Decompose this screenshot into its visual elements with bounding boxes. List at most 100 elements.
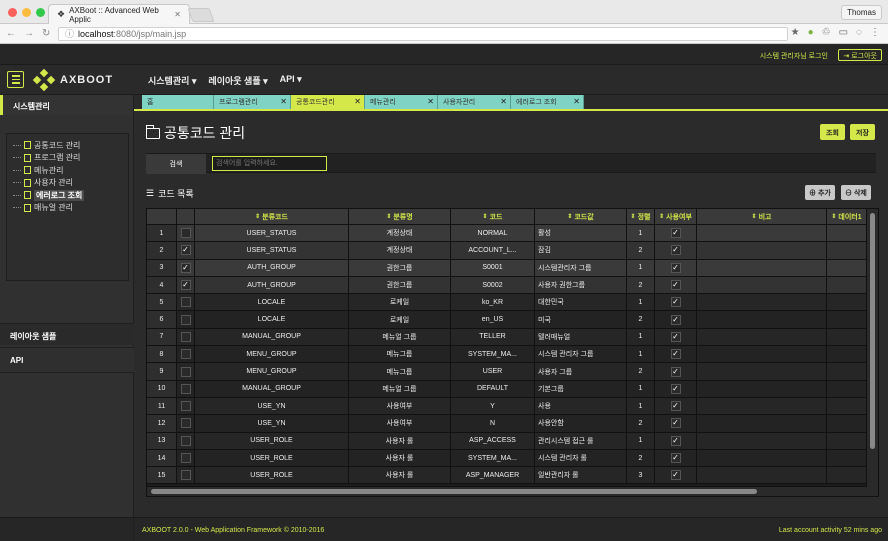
checkbox[interactable] [180, 297, 191, 308]
sort-icon[interactable]: ⇕ [386, 213, 391, 220]
tree-item-manual[interactable]: 매뉴얼 관리 [13, 202, 122, 215]
tree-item-user[interactable]: 사용자 관리 [13, 177, 122, 190]
checkbox[interactable] [180, 418, 191, 429]
checkbox[interactable] [180, 331, 191, 342]
checkmark-icon[interactable]: ✓ [670, 245, 681, 256]
checkbox[interactable] [180, 383, 191, 394]
close-icon[interactable]: ✕ [427, 97, 434, 106]
add-button[interactable]: ⊕ 추가 [805, 185, 835, 200]
row-select-checkbox[interactable] [177, 432, 195, 449]
menu-api[interactable]: API ▾ [280, 74, 302, 87]
row-select-checkbox[interactable] [177, 363, 195, 380]
browser-tab[interactable]: ❖ AXBoot :: Advanced Web Applic ✕ [48, 4, 190, 24]
use-yn-checkbox[interactable]: ✓ [655, 225, 697, 242]
use-yn-checkbox[interactable]: ✓ [655, 311, 697, 328]
sort-icon[interactable]: ⇕ [752, 213, 757, 220]
menu-layout-sample[interactable]: 레이아웃 샘플 ▾ [208, 74, 267, 87]
sort-icon[interactable]: ⇕ [831, 213, 836, 220]
table-row[interactable]: 13 USER_ROLE 사용자 롤 ASP_ACCESS 관리시스템 접근 롤 1 ✓ [147, 432, 867, 450]
sort-icon[interactable]: ⇕ [483, 213, 488, 220]
column-header[interactable]: ⇕ 분류명 [349, 209, 451, 224]
use-yn-checkbox[interactable]: ✓ [655, 242, 697, 259]
use-yn-checkbox[interactable]: ✓ [655, 467, 697, 484]
tab-menu[interactable]: 메뉴관리 ✕ [365, 95, 438, 109]
close-icon[interactable]: ✕ [280, 97, 287, 106]
row-select-checkbox[interactable] [177, 380, 195, 397]
row-select-checkbox[interactable] [177, 294, 195, 311]
tree-item-menu[interactable]: 메뉴관리 [13, 164, 122, 177]
close-icon[interactable]: ✕ [174, 10, 181, 19]
column-header[interactable]: ⇕ 코드값 [535, 209, 627, 224]
checkmark-icon[interactable]: ✓ [670, 228, 681, 239]
checkmark-icon[interactable]: ✓ [670, 453, 681, 463]
checkmark-icon[interactable]: ✓ [670, 331, 681, 342]
minimize-window-button[interactable] [22, 8, 31, 17]
column-header[interactable]: ⇕ 코드 [451, 209, 535, 224]
use-yn-checkbox[interactable]: ✓ [655, 328, 697, 346]
checkmark-icon[interactable]: ✓ [670, 401, 681, 412]
save-button[interactable]: 저장 [850, 124, 875, 140]
row-select-checkbox[interactable] [177, 397, 195, 415]
vertical-scrollbar[interactable] [866, 209, 878, 496]
checkmark-icon[interactable]: ✓ [670, 297, 681, 308]
checkmark-icon[interactable]: ✓ [670, 470, 681, 481]
sidebar-section-system[interactable]: 시스템관리 [0, 95, 133, 115]
use-yn-checkbox[interactable]: ✓ [655, 363, 697, 380]
row-select-checkbox[interactable] [177, 225, 195, 242]
table-row[interactable]: 3 ✓ AUTH_GROUP 권한그룹 S0001 시스템관리자 그룹 1 ✓ [147, 259, 867, 277]
checkbox[interactable] [180, 470, 191, 481]
tree-item-error-log[interactable]: 에러로그 조회 [13, 189, 122, 202]
sort-icon[interactable]: ⇕ [567, 213, 572, 220]
recycle-icon[interactable]: ♲ [822, 27, 831, 38]
table-row[interactable]: 10 MANUAL_GROUP 메뉴얼 그룹 DEFAULT 기본그룹 1 ✓ [147, 380, 867, 398]
tab-user[interactable]: 사용자관리 ✕ [438, 95, 511, 109]
checkbox[interactable] [180, 314, 191, 325]
table-row[interactable]: 4 ✓ AUTH_GROUP 권한그룹 S0002 사용자 권한그룹 2 ✓ [147, 276, 867, 295]
table-row[interactable]: 12 USE_YN 사용여부 N 사용안함 2 ✓ [147, 415, 867, 433]
use-yn-checkbox[interactable]: ✓ [655, 294, 697, 311]
sidebar-section-api[interactable]: API [0, 347, 134, 373]
menu-system[interactable]: 시스템관리 ▾ [148, 74, 196, 87]
checkmark-icon[interactable]: ✓ [670, 280, 681, 291]
use-yn-checkbox[interactable]: ✓ [655, 276, 697, 294]
page-info-icon[interactable]: ⓘ [65, 28, 74, 40]
profile-button[interactable]: Thomas [841, 5, 882, 20]
tab-common-code[interactable]: 공통코드관리 ✕ [291, 95, 365, 109]
checkbox[interactable] [180, 349, 191, 360]
row-select-checkbox[interactable] [177, 467, 195, 484]
use-yn-checkbox[interactable]: ✓ [655, 449, 697, 467]
tree-item-common-code[interactable]: 공통코드 관리 [13, 139, 122, 152]
checkbox[interactable] [180, 366, 191, 377]
table-row[interactable]: 9 MENU_GROUP 메뉴그룹 USER 사용자 그룹 2 ✓ [147, 363, 867, 381]
close-icon[interactable]: ✕ [500, 97, 507, 106]
column-header[interactable]: ⇕ 비고 [697, 209, 827, 224]
close-icon[interactable]: ✕ [573, 97, 580, 106]
table-row[interactable]: 2 ✓ USER_STATUS 계정상태 ACCOUNT_L... 잠김 2 ✓ [147, 242, 867, 260]
use-yn-checkbox[interactable]: ✓ [655, 397, 697, 415]
bookmark-star-icon[interactable]: ★ [791, 27, 800, 38]
column-header[interactable]: ⇕ 정렬 [627, 209, 655, 224]
address-bar[interactable]: ⓘ localhost:8080/jsp/main.jsp [58, 27, 788, 41]
extension-icon[interactable]: ▭ [839, 27, 848, 38]
sort-icon[interactable]: ⇕ [255, 213, 260, 220]
checkmark-icon[interactable]: ✓ [670, 366, 681, 377]
column-header[interactable]: ⇕ 분류코드 [195, 209, 349, 224]
row-select-checkbox[interactable] [177, 449, 195, 467]
checkmark-icon[interactable]: ✓ [180, 280, 191, 291]
maximize-window-button[interactable] [36, 8, 45, 17]
row-select-checkbox[interactable] [177, 328, 195, 346]
checkbox[interactable] [180, 453, 191, 463]
checkmark-icon[interactable]: ✓ [180, 245, 191, 256]
row-select-checkbox[interactable]: ✓ [177, 259, 195, 276]
use-yn-checkbox[interactable]: ✓ [655, 415, 697, 432]
delete-button[interactable]: ⊖ 삭제 [841, 185, 871, 200]
sort-icon[interactable]: ⇕ [631, 213, 636, 220]
table-row[interactable]: 7 MANUAL_GROUP 메뉴얼 그룹 TELLER 텔러매뉴얼 1 ✓ [147, 328, 867, 347]
search-input[interactable] [212, 156, 327, 171]
checkmark-icon[interactable]: ✓ [670, 435, 681, 446]
checkmark-icon[interactable]: ✓ [670, 418, 681, 429]
checkmark-icon[interactable]: ✓ [670, 262, 681, 273]
close-icon[interactable]: ✕ [354, 97, 361, 106]
row-select-checkbox[interactable] [177, 346, 195, 363]
close-window-button[interactable] [8, 8, 17, 17]
